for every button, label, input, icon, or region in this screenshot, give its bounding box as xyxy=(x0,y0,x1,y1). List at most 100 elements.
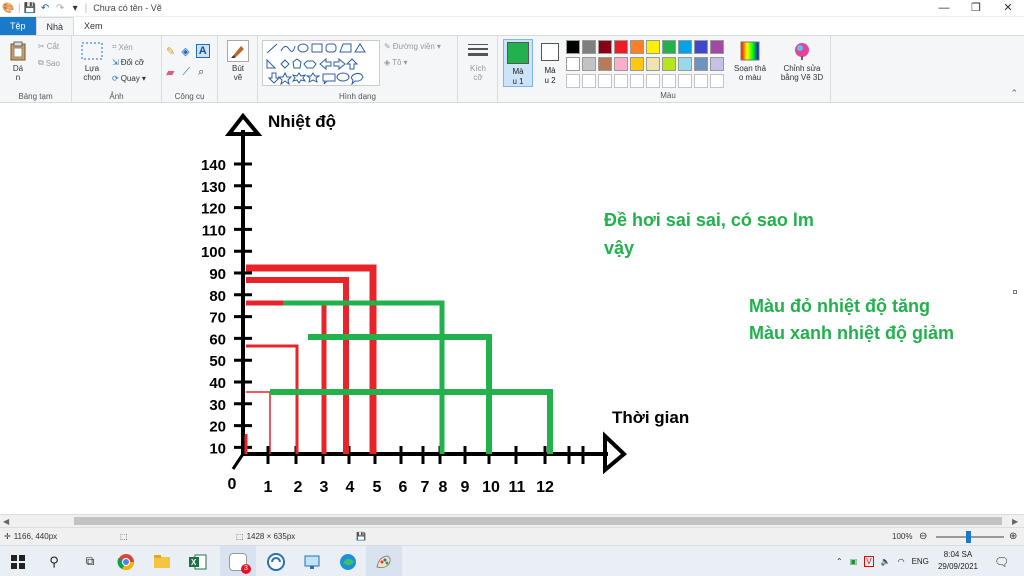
custom-color-slot[interactable] xyxy=(646,74,660,88)
palette-swatch[interactable] xyxy=(662,40,676,54)
language-indicator[interactable]: ENG xyxy=(912,557,929,566)
palette-swatch[interactable] xyxy=(614,40,628,54)
y-tick-label: 80 xyxy=(209,288,226,305)
custom-color-slot[interactable] xyxy=(630,74,644,88)
palette-swatch[interactable] xyxy=(566,57,580,71)
save-icon[interactable]: 💾 xyxy=(24,3,36,14)
palette-swatch[interactable] xyxy=(582,57,596,71)
canvas-area[interactable]: 140 130 120 110 100 90 80 70 60 50 40 30 20 10 Nhiệt đ… xyxy=(0,104,1024,514)
palette-swatch[interactable] xyxy=(614,57,628,71)
collapse-ribbon-icon[interactable]: ⌃ xyxy=(1010,88,1018,99)
system-tray: ⌃ ▣ V 🔈 ◠ ENG xyxy=(836,546,929,576)
paste-button[interactable]: Dá n xyxy=(6,40,30,82)
pencil-icon[interactable]: ✎ xyxy=(166,45,175,58)
tab-file[interactable]: Tệp xyxy=(0,17,36,35)
file-explorer-icon[interactable] xyxy=(144,546,180,576)
minimize-button[interactable]: — xyxy=(928,0,960,17)
notification-badge: 3 xyxy=(241,563,251,574)
rotate-label: Quay xyxy=(120,74,140,83)
canvas-resize-handle[interactable] xyxy=(1013,290,1017,294)
edit-colors-button[interactable]: Soạn thả o màu xyxy=(732,40,768,82)
remote-app-icon[interactable] xyxy=(294,546,330,576)
custom-color-slot[interactable] xyxy=(566,74,580,88)
rotate-button[interactable]: ⟳ Quay ▾ xyxy=(112,74,146,83)
palette-swatch[interactable] xyxy=(598,40,612,54)
fill-bucket-icon[interactable]: ◈ xyxy=(181,45,189,58)
paint-taskbar-button[interactable] xyxy=(366,546,402,576)
palette-swatch[interactable] xyxy=(662,57,676,71)
horizontal-scrollbar[interactable]: ◀ ▶ xyxy=(0,514,1024,527)
palette-swatch[interactable] xyxy=(710,40,724,54)
palette-swatch[interactable] xyxy=(678,57,692,71)
tab-home[interactable]: Nhà xyxy=(35,17,75,35)
task-view-icon[interactable]: ⧉ xyxy=(72,546,108,576)
brushes-button[interactable]: Bút vẽ xyxy=(224,40,252,82)
volume-icon[interactable]: 🔈 xyxy=(881,557,891,566)
palette-swatch[interactable] xyxy=(694,57,708,71)
antivirus-icon[interactable]: V xyxy=(864,556,874,567)
copy-button[interactable]: ⧉ Sao xyxy=(38,58,60,68)
color2-button[interactable]: Mà u 2 xyxy=(536,39,564,87)
zalo-taskbar-button[interactable]: 3 xyxy=(220,546,256,576)
crop-button[interactable]: ⌗ Xén xyxy=(112,42,133,52)
resize-button[interactable]: ⇲ Đổi cỡ xyxy=(112,58,144,67)
edge-icon[interactable] xyxy=(330,546,366,576)
redo-icon[interactable]: ↷ xyxy=(55,3,66,14)
zoom-slider-thumb[interactable] xyxy=(966,531,971,543)
text-icon[interactable]: A xyxy=(195,44,210,58)
palette-swatch[interactable] xyxy=(630,57,644,71)
quick-access-toolbar: 🎨 | 💾 ↶ ↷ ▾ | xyxy=(2,2,88,14)
window-title: Chưa có tên - Vẽ xyxy=(93,3,162,13)
close-button[interactable]: ✕ xyxy=(992,0,1024,17)
custom-color-slot[interactable] xyxy=(694,74,708,88)
customize-quick-access-icon[interactable]: ▾ xyxy=(70,3,81,14)
fill-dropdown[interactable]: ◈ Tô ▾ xyxy=(384,58,408,67)
network-app-icon[interactable] xyxy=(258,546,294,576)
excel-icon[interactable]: X xyxy=(180,546,216,576)
tab-view[interactable]: Xem xyxy=(74,17,113,35)
chrome-icon[interactable] xyxy=(108,546,144,576)
tray-app-icon[interactable]: ▣ xyxy=(850,557,858,566)
size-button[interactable]: Kích cỡ xyxy=(464,40,492,82)
custom-color-slot[interactable] xyxy=(678,74,692,88)
image-group-label: Ảnh xyxy=(109,92,124,101)
drawing-canvas[interactable]: 140130120110100908070605040302010Nhiệt đ… xyxy=(0,104,1024,514)
palette-swatch[interactable] xyxy=(646,57,660,71)
cut-button[interactable]: ✂ Cắt xyxy=(38,42,59,51)
custom-color-slot[interactable] xyxy=(598,74,612,88)
search-icon[interactable]: ⚲ xyxy=(36,546,72,576)
clock[interactable]: 8:04 SA 29/09/2021 xyxy=(928,549,988,573)
color1-button[interactable]: Mà u 1 xyxy=(503,39,533,87)
custom-color-slot[interactable] xyxy=(614,74,628,88)
palette-swatch[interactable] xyxy=(678,40,692,54)
outline-dropdown[interactable]: ✎ Đường viền ▾ xyxy=(384,42,441,51)
palette-swatch[interactable] xyxy=(566,40,580,54)
color-picker-icon[interactable]: ⟋ xyxy=(182,66,190,79)
palette-swatch[interactable] xyxy=(694,40,708,54)
magnifier-icon[interactable]: ⌕ xyxy=(198,66,204,79)
tray-overflow-icon[interactable]: ⌃ xyxy=(836,557,843,566)
maximize-button[interactable]: ❐ xyxy=(960,0,992,17)
wifi-icon[interactable]: ◠ xyxy=(898,557,905,566)
zoom-in-icon[interactable]: ⊕ xyxy=(1009,528,1017,546)
undo-icon[interactable]: ↶ xyxy=(40,3,51,14)
start-button[interactable] xyxy=(0,546,36,576)
shapes-gallery[interactable] xyxy=(262,40,380,86)
custom-color-slot[interactable] xyxy=(710,74,724,88)
zoom-out-icon[interactable]: ⊖ xyxy=(919,528,927,546)
paint3d-button[interactable]: Chỉnh sửa bằng Vẽ 3D xyxy=(776,40,828,82)
legend-red-text: Màu đỏ nhiệt độ tăng xyxy=(749,296,930,316)
palette-swatch[interactable] xyxy=(646,40,660,54)
palette-swatch[interactable] xyxy=(630,40,644,54)
eraser-icon[interactable]: ▰ xyxy=(166,66,174,79)
palette-swatch[interactable] xyxy=(582,40,596,54)
select-button[interactable]: Lựa chọn xyxy=(78,40,106,82)
select-label: Lựa chọn xyxy=(83,64,101,82)
palette-swatch[interactable] xyxy=(710,57,724,71)
palette-swatch[interactable] xyxy=(598,57,612,71)
notification-center-icon[interactable]: 🗨 xyxy=(994,546,1009,576)
y-tick-label: 40 xyxy=(209,375,226,392)
custom-color-slot[interactable] xyxy=(582,74,596,88)
custom-color-slot[interactable] xyxy=(662,74,676,88)
scrollbar-thumb[interactable] xyxy=(74,517,1002,525)
